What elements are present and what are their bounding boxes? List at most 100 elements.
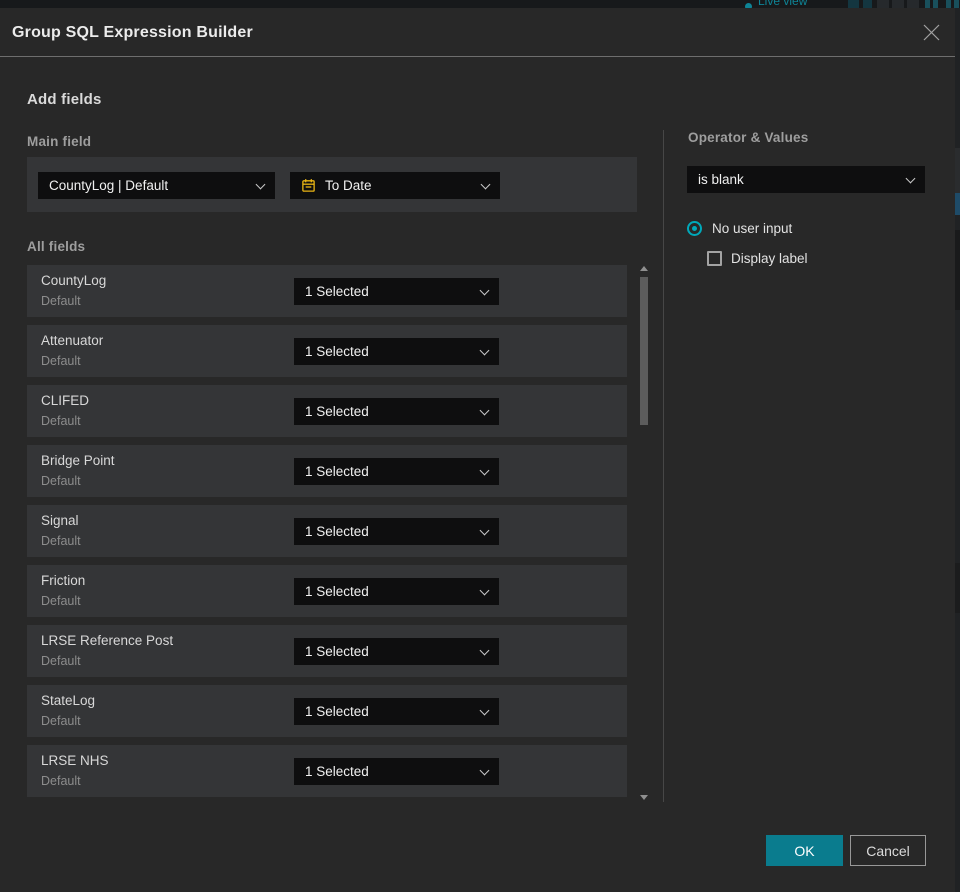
radio-dot [691, 225, 697, 231]
chevron-down-icon [479, 285, 490, 295]
fields-scrollbar [638, 264, 650, 802]
field-selected-dropdown[interactable]: 1 Selected [294, 758, 499, 785]
chevron-down-icon [479, 585, 490, 595]
background-fragment [848, 0, 859, 8]
chevron-down-icon [905, 173, 916, 183]
close-button[interactable] [920, 21, 942, 43]
field-subtitle: Default [41, 654, 81, 668]
scrollbar-thumb[interactable] [640, 277, 648, 425]
field-name: LRSE Reference Post [41, 633, 174, 648]
field-name: StateLog [41, 693, 96, 708]
field-type-dropdown[interactable]: To Date [290, 172, 500, 199]
field-name: Friction [41, 573, 86, 588]
background-fragment [933, 0, 938, 8]
calendar-icon [302, 179, 315, 192]
field-subtitle: Default [41, 774, 81, 788]
checkbox-unchecked-icon[interactable] [707, 251, 722, 266]
field-selected-value: 1 Selected [305, 344, 369, 359]
field-selected-dropdown[interactable]: 1 Selected [294, 338, 499, 365]
live-view-label: Live view [758, 0, 808, 8]
field-subtitle: Default [41, 534, 81, 548]
field-selected-dropdown[interactable]: 1 Selected [294, 518, 499, 545]
screen: Live view Group SQL Expression Builder A… [0, 0, 960, 892]
ok-button[interactable]: OK [766, 835, 843, 866]
chevron-down-icon [480, 179, 491, 189]
background-fragment [946, 0, 951, 8]
field-selected-value: 1 Selected [305, 404, 369, 419]
field-selected-value: 1 Selected [305, 584, 369, 599]
close-icon [923, 24, 939, 40]
field-row: CLIFED Default 1 Selected [27, 385, 627, 437]
main-field-dropdown-value: CountyLog | Default [49, 178, 169, 193]
all-fields-label: All fields [27, 239, 86, 254]
chevron-down-icon [479, 645, 490, 655]
chevron-down-icon [479, 765, 490, 775]
no-user-input-label: No user input [712, 221, 793, 236]
main-field-label: Main field [27, 134, 92, 149]
field-selected-value: 1 Selected [305, 524, 369, 539]
background-fragment [863, 0, 872, 8]
field-row: CountyLog Default 1 Selected [27, 265, 627, 317]
background-fragment [954, 0, 959, 8]
display-label-option: Display label [707, 251, 808, 266]
field-subtitle: Default [41, 294, 81, 308]
field-row: StateLog Default 1 Selected [27, 685, 627, 737]
field-subtitle: Default [41, 354, 81, 368]
field-row: Signal Default 1 Selected [27, 505, 627, 557]
cancel-button[interactable]: Cancel [850, 835, 926, 866]
group-sql-expression-builder-dialog: Group SQL Expression Builder Add fields … [0, 8, 955, 892]
radio-selected-icon[interactable] [687, 221, 702, 236]
scroll-down-icon[interactable] [640, 795, 648, 800]
no-user-input-option: No user input [687, 221, 792, 236]
field-name: Attenuator [41, 333, 104, 348]
background-fragment [892, 0, 904, 8]
field-name: LRSE NHS [41, 753, 109, 768]
background-fragment [907, 0, 919, 8]
chevron-down-icon [479, 405, 490, 415]
chevron-down-icon [479, 705, 490, 715]
field-subtitle: Default [41, 474, 81, 488]
main-field-panel: CountyLog | Default To Date [27, 157, 637, 212]
main-field-dropdown[interactable]: CountyLog | Default [38, 172, 275, 199]
operator-dropdown[interactable]: is blank [687, 166, 925, 193]
field-subtitle: Default [41, 594, 81, 608]
field-row: Friction Default 1 Selected [27, 565, 627, 617]
field-selected-dropdown[interactable]: 1 Selected [294, 458, 499, 485]
background-app-strip: Live view [0, 0, 960, 8]
field-row: LRSE Reference Post Default 1 Selected [27, 625, 627, 677]
background-fragment [925, 0, 930, 8]
field-name: Bridge Point [41, 453, 115, 468]
chevron-down-icon [255, 179, 266, 189]
field-selected-value: 1 Selected [305, 464, 369, 479]
field-row: Bridge Point Default 1 Selected [27, 445, 627, 497]
scroll-up-icon[interactable] [640, 266, 648, 271]
chevron-down-icon [479, 345, 490, 355]
dialog-header: Group SQL Expression Builder [0, 8, 955, 57]
operator-values-label: Operator & Values [688, 130, 809, 145]
chevron-down-icon [479, 525, 490, 535]
field-row: LRSE NHS Default 1 Selected [27, 745, 627, 797]
field-name: Signal [41, 513, 79, 528]
field-type-dropdown-value: To Date [325, 178, 372, 193]
field-selected-value: 1 Selected [305, 644, 369, 659]
field-selected-dropdown[interactable]: 1 Selected [294, 578, 499, 605]
field-selected-dropdown[interactable]: 1 Selected [294, 638, 499, 665]
field-selected-dropdown[interactable]: 1 Selected [294, 398, 499, 425]
column-divider [663, 130, 664, 802]
display-label-label: Display label [731, 251, 808, 266]
dialog-title: Group SQL Expression Builder [12, 23, 253, 41]
background-fragment [877, 0, 889, 8]
field-selected-dropdown[interactable]: 1 Selected [294, 278, 499, 305]
field-subtitle: Default [41, 714, 81, 728]
field-row: Attenuator Default 1 Selected [27, 325, 627, 377]
chevron-down-icon [479, 465, 490, 475]
field-name: CountyLog [41, 273, 107, 288]
field-selected-value: 1 Selected [305, 284, 369, 299]
field-subtitle: Default [41, 414, 81, 428]
background-app-sliver [955, 8, 960, 892]
field-selected-dropdown[interactable]: 1 Selected [294, 698, 499, 725]
field-selected-value: 1 Selected [305, 704, 369, 719]
field-selected-value: 1 Selected [305, 764, 369, 779]
add-fields-heading: Add fields [27, 91, 102, 108]
field-name: CLIFED [41, 393, 90, 408]
